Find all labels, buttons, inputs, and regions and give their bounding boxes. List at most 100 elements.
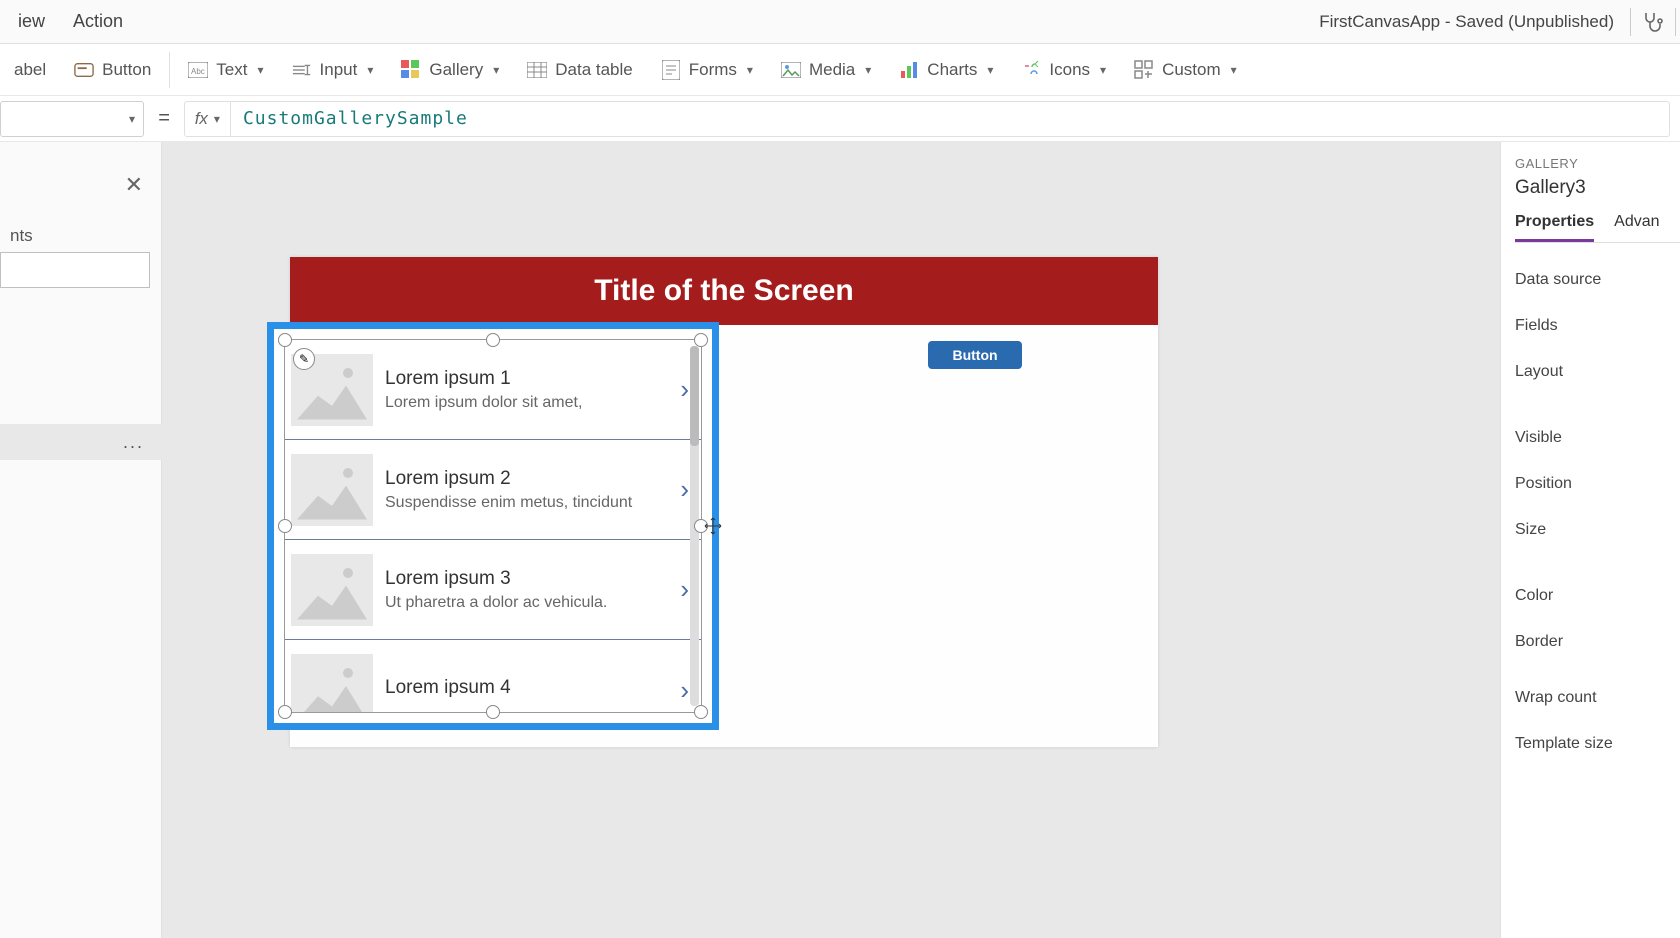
tree-search-input[interactable]: [0, 252, 150, 288]
datatable-icon: [527, 60, 547, 80]
ribbon-gallery[interactable]: Gallery ▾: [387, 44, 513, 95]
svg-text:Abc: Abc: [191, 67, 205, 76]
screen-title-bar[interactable]: Title of the Screen: [290, 257, 1158, 325]
move-cursor-icon: [704, 517, 722, 535]
app-title: FirstCanvasApp - Saved (Unpublished): [1319, 12, 1620, 32]
property-tabs: Properties Advan: [1515, 213, 1680, 243]
item-subtitle: Lorem ipsum dolor sit amet,: [385, 394, 668, 412]
ribbon-input[interactable]: Input ▾: [278, 44, 388, 95]
menu-action[interactable]: Action: [59, 11, 137, 32]
gallery-item[interactable]: Lorem ipsum 3 Ut pharetra a dolor ac veh…: [285, 540, 701, 640]
input-label: Input: [320, 60, 358, 80]
formula-input-box[interactable]: fx▾ CustomGallerySample: [184, 101, 1670, 137]
prop-color[interactable]: Color: [1515, 573, 1680, 619]
placeholder-image-icon: [291, 554, 373, 626]
equals-sign: =: [144, 107, 184, 130]
gallery-label: Gallery: [429, 60, 483, 80]
formula-input[interactable]: CustomGallerySample: [231, 108, 1669, 129]
ribbon-forms[interactable]: Forms ▾: [647, 44, 767, 95]
tree-selected-item[interactable]: ...: [0, 424, 162, 460]
charts-label: Charts: [927, 60, 977, 80]
prop-visible[interactable]: Visible: [1515, 415, 1680, 461]
icons-icon: [1021, 60, 1041, 80]
property-panel: GALLERY Gallery3 Properties Advan Data s…: [1500, 142, 1680, 938]
ribbon-toolbar: abel Button Abc Text ▾ Input ▾ Gallery ▾…: [0, 44, 1680, 96]
stethoscope-icon[interactable]: [1641, 10, 1665, 34]
tree-tab-label: nts: [0, 222, 43, 250]
prop-data-source[interactable]: Data source: [1515, 257, 1680, 303]
control-name: Gallery3: [1515, 177, 1680, 199]
resize-handle[interactable]: [278, 705, 292, 719]
resize-handle[interactable]: [278, 519, 292, 533]
formula-bar: ▾ = fx▾ CustomGallerySample: [0, 96, 1680, 142]
chevron-right-icon[interactable]: ›: [680, 675, 689, 706]
tab-advanced[interactable]: Advan: [1614, 213, 1659, 242]
canvas-area[interactable]: Title of the Screen Button ✎ Lorem ipsum…: [162, 142, 1500, 938]
prop-border[interactable]: Border: [1515, 619, 1680, 665]
separator: [1630, 8, 1631, 36]
menubar: iew Action FirstCanvasApp - Saved (Unpub…: [0, 0, 1680, 44]
chevron-down-icon: ▾: [129, 112, 135, 126]
edit-pencil-icon[interactable]: ✎: [293, 348, 315, 370]
ribbon-button[interactable]: Button: [60, 44, 165, 95]
item-title: Lorem ipsum 4: [385, 677, 668, 699]
separator: [169, 52, 170, 88]
button-icon: [74, 60, 94, 80]
item-title: Lorem ipsum 1: [385, 368, 668, 390]
close-icon[interactable]: ✕: [125, 172, 143, 198]
forms-icon: [661, 60, 681, 80]
chevron-down-icon: ▾: [865, 63, 871, 77]
text-label: Text: [216, 60, 247, 80]
placeholder-image-icon: [291, 454, 373, 526]
prop-wrap-count[interactable]: Wrap count: [1515, 675, 1680, 721]
prop-template-size[interactable]: Template size: [1515, 721, 1680, 767]
prop-layout[interactable]: Layout: [1515, 349, 1680, 395]
prop-fields[interactable]: Fields: [1515, 303, 1680, 349]
ribbon-datatable[interactable]: Data table: [513, 44, 647, 95]
placeholder-image-icon: [291, 654, 373, 712]
property-selector[interactable]: ▾: [0, 101, 144, 137]
media-label: Media: [809, 60, 855, 80]
chevron-right-icon[interactable]: ›: [680, 374, 689, 405]
ribbon-label[interactable]: abel: [0, 44, 60, 95]
ribbon-icons[interactable]: Icons ▾: [1007, 44, 1120, 95]
canvas-button[interactable]: Button: [928, 341, 1022, 369]
gallery-item[interactable]: Lorem ipsum 4 ›: [285, 640, 701, 712]
gallery-item[interactable]: Lorem ipsum 1 Lorem ipsum dolor sit amet…: [285, 340, 701, 440]
item-title: Lorem ipsum 3: [385, 568, 668, 590]
tab-properties[interactable]: Properties: [1515, 213, 1594, 242]
datatable-label: Data table: [555, 60, 633, 80]
gallery-item[interactable]: Lorem ipsum 2 Suspendisse enim metus, ti…: [285, 440, 701, 540]
prop-size[interactable]: Size: [1515, 507, 1680, 553]
ribbon-text[interactable]: Abc Text ▾: [174, 44, 277, 95]
menu-view[interactable]: iew: [4, 11, 59, 32]
prop-position[interactable]: Position: [1515, 461, 1680, 507]
resize-handle[interactable]: [278, 333, 292, 347]
resize-handle[interactable]: [486, 705, 500, 719]
gallery-inner: ✎ Lorem ipsum 1 Lorem ipsum dolor sit am…: [284, 339, 702, 713]
chevron-down-icon: ▾: [257, 63, 263, 77]
gallery-control[interactable]: ✎ Lorem ipsum 1 Lorem ipsum dolor sit am…: [267, 322, 719, 730]
charts-icon: [899, 60, 919, 80]
custom-label: Custom: [1162, 60, 1221, 80]
gallery-icon: [401, 60, 421, 80]
control-category: GALLERY: [1515, 156, 1680, 171]
separator: [1675, 8, 1676, 36]
forms-label: Forms: [689, 60, 737, 80]
scrollbar-thumb[interactable]: [690, 346, 699, 446]
item-subtitle: Ut pharetra a dolor ac vehicula.: [385, 594, 668, 612]
text-icon: Abc: [188, 60, 208, 80]
chevron-right-icon[interactable]: ›: [680, 474, 689, 505]
resize-handle[interactable]: [694, 333, 708, 347]
ribbon-charts[interactable]: Charts ▾: [885, 44, 1007, 95]
icons-label: Icons: [1049, 60, 1090, 80]
resize-handle[interactable]: [694, 705, 708, 719]
ribbon-custom[interactable]: Custom ▾: [1120, 44, 1251, 95]
button-text: Button: [102, 60, 151, 80]
item-subtitle: Suspendisse enim metus, tincidunt: [385, 494, 668, 512]
ribbon-media[interactable]: Media ▾: [767, 44, 885, 95]
chevron-down-icon: ▾: [367, 63, 373, 77]
chevron-right-icon[interactable]: ›: [680, 574, 689, 605]
resize-handle[interactable]: [486, 333, 500, 347]
chevron-down-icon: ▾: [1100, 63, 1106, 77]
